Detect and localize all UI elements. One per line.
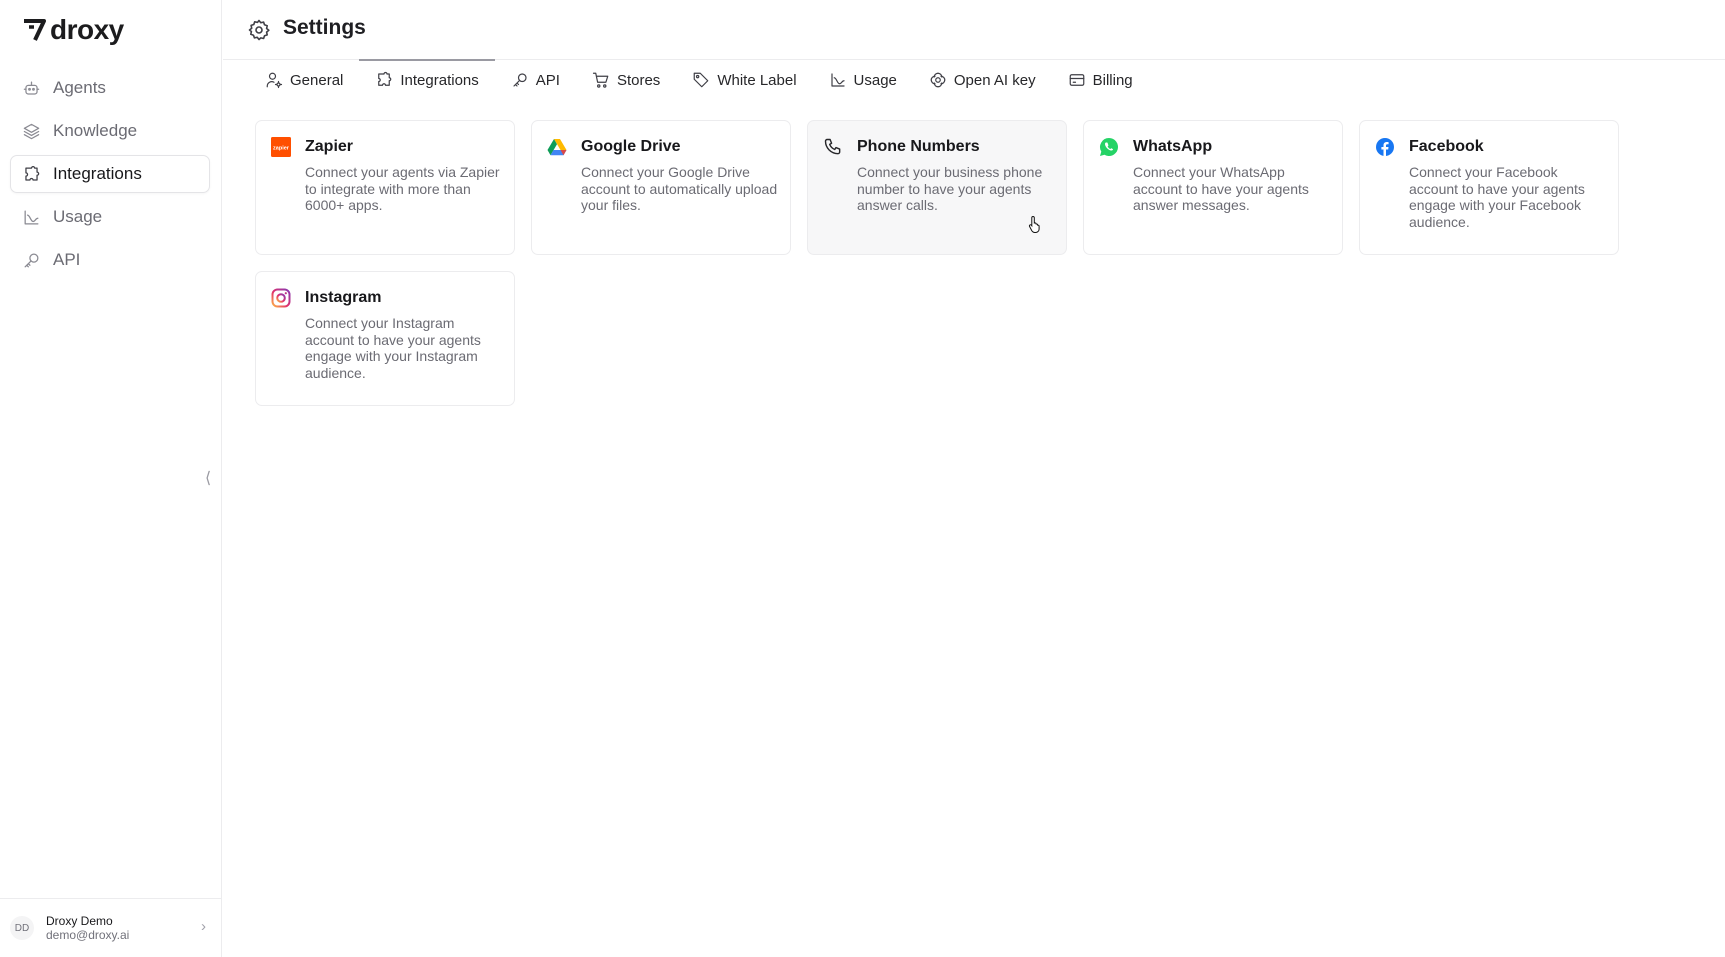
page-title: Settings <box>283 16 366 39</box>
card-title: Instagram <box>305 289 382 306</box>
credit-card-icon <box>1069 74 1084 86</box>
tab-label: General <box>290 71 344 89</box>
tab-usage[interactable]: Usage <box>813 60 913 100</box>
sidebar-item-label: Knowledge <box>53 121 138 140</box>
google-drive-icon <box>547 139 567 156</box>
tab-label: Open AI key <box>953 71 1036 89</box>
svg-text:zapier: zapier <box>273 146 290 152</box>
avatar: DD <box>10 916 34 940</box>
tab-open-ai-key[interactable]: Open AI key <box>913 60 1052 100</box>
sidebar-collapse-button[interactable]: ⟨ <box>205 468 211 488</box>
card-description: Connect your business phone number to ha… <box>857 164 1043 213</box>
card-title: Facebook <box>1409 138 1484 155</box>
card-title: Google Drive <box>581 138 681 155</box>
openai-icon <box>930 72 946 88</box>
sidebar-item-label: API <box>53 250 81 269</box>
integration-card-facebook[interactable]: Facebook Connect your Facebook account t… <box>1359 120 1619 255</box>
chevron-right-icon: › <box>201 918 206 935</box>
settings-tabs: General Integrations API Stores White La… <box>253 59 1149 100</box>
integration-card-whatsapp[interactable]: WhatsApp Connect your WhatsApp account t… <box>1083 120 1343 255</box>
tab-billing[interactable]: Billing <box>1052 60 1149 100</box>
chart-line-icon <box>830 73 845 87</box>
tab-integrations[interactable]: Integrations <box>359 59 496 100</box>
puzzle-icon <box>378 71 392 86</box>
user-name: Droxy Demo <box>46 914 113 928</box>
sidebar: droxy Agents Knowledge Integrations Usag… <box>0 0 222 957</box>
tab-api[interactable]: API <box>495 60 576 100</box>
droxy-logo-icon <box>24 19 46 41</box>
phone-icon <box>824 138 841 155</box>
instagram-icon <box>271 288 291 308</box>
key-icon <box>24 253 39 267</box>
whatsapp-icon <box>1100 138 1118 156</box>
user-profile[interactable]: DD Droxy Demo demo@droxy.ai › <box>0 898 222 957</box>
tab-label: Usage <box>853 71 897 89</box>
card-description: Connect your Google Drive account to aut… <box>581 164 778 213</box>
integration-card-google-drive[interactable]: Google Drive Connect your Google Drive a… <box>531 120 791 255</box>
card-description: Connect your Facebook account to have yo… <box>1409 164 1585 230</box>
sidebar-item-integrations[interactable]: Integrations <box>10 155 210 193</box>
facebook-icon <box>1376 138 1394 156</box>
zapier-icon: zapier <box>271 137 291 157</box>
card-title: Phone Numbers <box>857 138 980 155</box>
tab-label: White Label <box>717 71 797 89</box>
sidebar-item-label: Usage <box>53 207 103 226</box>
card-description: Connect your WhatsApp account to have yo… <box>1133 164 1309 213</box>
tab-general[interactable]: General <box>253 60 359 100</box>
integration-card-zapier[interactable]: zapier Zapier Connect your agents via Za… <box>255 120 515 255</box>
page-header: Settings <box>223 0 1725 60</box>
key-icon <box>513 73 527 87</box>
card-description: Connect your agents via Zapier to integr… <box>305 164 500 213</box>
chart-line-icon <box>24 210 39 224</box>
sidebar-item-knowledge[interactable]: Knowledge <box>10 112 210 150</box>
sidebar-item-agents[interactable]: Agents <box>10 69 210 107</box>
card-description: Connect your Instagram account to have y… <box>305 315 481 381</box>
tab-label: API <box>535 71 560 89</box>
droxy-logo[interactable]: droxy <box>22 14 124 46</box>
sidebar-item-label: Agents <box>53 78 106 97</box>
user-gear-icon <box>266 72 283 89</box>
sidebar-nav: Agents Knowledge Integrations Usage API <box>10 69 210 284</box>
puzzle-icon <box>25 165 40 181</box>
sidebar-item-usage[interactable]: Usage <box>10 198 210 236</box>
tag-icon <box>693 72 709 88</box>
card-title: Zapier <box>305 138 354 155</box>
integration-card-instagram[interactable]: Instagram Connect your Instagram account… <box>255 271 515 406</box>
tab-label: Integrations <box>400 71 479 89</box>
tab-white-label[interactable]: White Label <box>676 60 812 100</box>
card-title: WhatsApp <box>1133 138 1213 155</box>
sidebar-item-api[interactable]: API <box>10 241 210 279</box>
tab-stores[interactable]: Stores <box>576 60 676 100</box>
layers-icon <box>23 123 40 139</box>
cart-icon <box>592 72 609 88</box>
bot-icon <box>23 81 40 95</box>
logo-text: droxy <box>50 14 124 45</box>
user-email: demo@droxy.ai <box>46 928 130 942</box>
sidebar-item-label: Integrations <box>53 164 142 183</box>
integration-card-phone-numbers[interactable]: Phone Numbers Connect your business phon… <box>807 120 1067 255</box>
tab-label: Billing <box>1092 71 1133 89</box>
tab-label: Stores <box>616 71 661 89</box>
gear-icon <box>248 19 270 41</box>
